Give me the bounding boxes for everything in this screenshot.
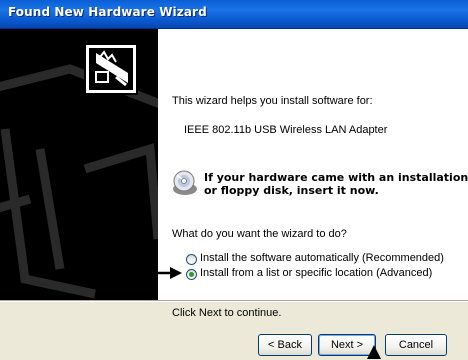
title-bar[interactable]: Found New Hardware Wizard: [0, 0, 468, 29]
cd-note-line2: or floppy disk, insert it now.: [204, 184, 379, 197]
arrow-pointer-icon: [142, 267, 182, 279]
wizard-content: This wizard helps you install software f…: [158, 29, 468, 319]
banner-graphic: [0, 43, 158, 299]
back-button[interactable]: < Back: [258, 334, 312, 356]
mouse-cursor-icon: [367, 345, 381, 359]
footer-instruction: Click Next to continue.: [172, 307, 282, 319]
cd-note-line1: If your hardware came with an installati…: [204, 171, 468, 184]
button-separator: [0, 300, 468, 302]
radio-install-automatically[interactable]: [186, 254, 197, 265]
device-name: IEEE 802.11b USB Wireless LAN Adapter: [184, 124, 388, 136]
option-label-advanced[interactable]: Install from a list or specific location…: [200, 267, 432, 279]
cancel-button[interactable]: Cancel: [385, 334, 447, 356]
window-title: Found New Hardware Wizard: [8, 5, 207, 19]
cd-disk-icon: [173, 170, 197, 195]
question-text: What do you want the wizard to do?: [172, 228, 347, 240]
cd-note: If your hardware came with an installati…: [204, 171, 468, 197]
intro-text: This wizard helps you install software f…: [172, 95, 373, 107]
option-label-automatic[interactable]: Install the software automatically (Reco…: [200, 252, 444, 264]
radio-install-from-list[interactable]: [186, 269, 197, 280]
hardware-card-icon: [84, 43, 138, 95]
wizard-banner: [0, 29, 158, 300]
